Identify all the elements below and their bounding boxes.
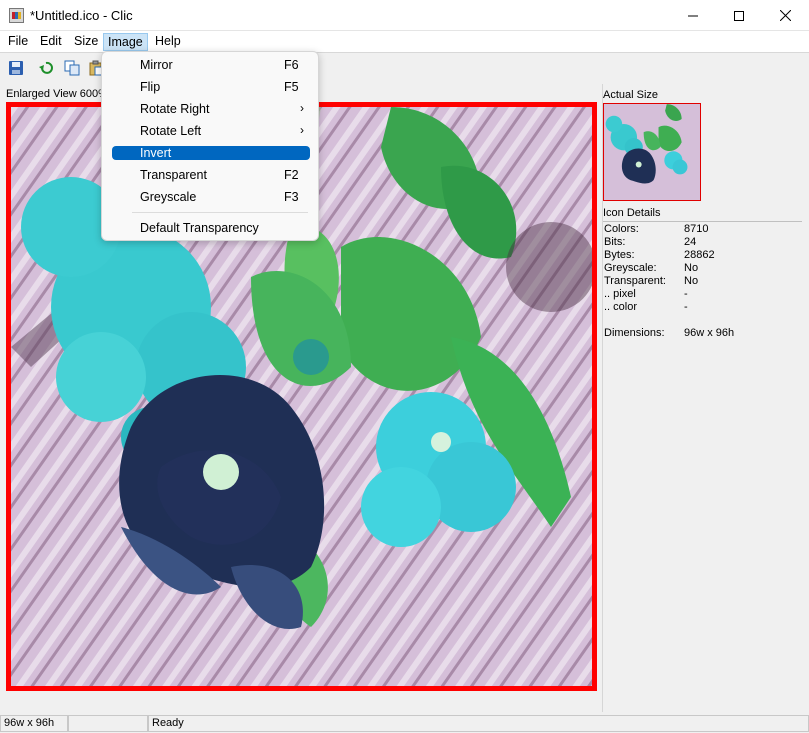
details-divider <box>603 221 802 222</box>
menu-item-mirror[interactable]: Mirror F6 <box>112 58 310 72</box>
menu-size[interactable]: Size <box>70 33 102 51</box>
menu-item-flip[interactable]: Flip F5 <box>112 80 310 94</box>
menu-bar: File Edit Size Image Help <box>0 31 809 52</box>
detail-row-dimensions: Dimensions: 96w x 96h <box>604 327 735 339</box>
undo-button[interactable] <box>38 60 56 78</box>
menu-file[interactable]: File <box>4 33 32 51</box>
close-icon <box>779 10 791 21</box>
actual-size-view <box>603 103 701 201</box>
actual-size-label: Actual Size <box>603 89 659 101</box>
title-bar: *Untitled.ico - Clic <box>0 0 809 31</box>
actual-size-image <box>604 104 700 200</box>
menu-item-default-transparency[interactable]: Default Transparency <box>112 221 310 235</box>
menu-item-rotate-right[interactable]: Rotate Right › <box>112 101 310 116</box>
detail-row-bits: Bits: 24 <box>604 236 697 248</box>
maximize-button[interactable] <box>716 0 762 31</box>
close-button[interactable] <box>762 0 808 31</box>
copy-icon <box>64 60 80 76</box>
copy-button[interactable] <box>64 60 82 78</box>
detail-row-pixel: .. pixel - <box>604 288 688 300</box>
window-title: *Untitled.ico - Clic <box>30 8 133 23</box>
menu-item-transparent[interactable]: Transparent F2 <box>112 168 310 182</box>
icon-details-table: Colors: 8710 Bits: 24 Bytes: 28862 Greyscal… <box>604 223 794 340</box>
status-middle <box>68 715 148 732</box>
status-size: 96w x 96h <box>0 715 68 732</box>
menu-edit[interactable]: Edit <box>36 33 66 51</box>
icon-details-label: Icon Details <box>603 207 661 219</box>
detail-row-spacer <box>604 314 794 327</box>
enlarged-view-label: Enlarged View 600% <box>6 88 108 100</box>
menu-image[interactable]: Image <box>103 33 148 51</box>
detail-row-transparent: Transparent: No <box>604 275 699 287</box>
menu-separator <box>132 212 308 213</box>
detail-row-bytes: Bytes: 28862 <box>604 249 715 261</box>
detail-row-color: .. color - <box>604 301 688 313</box>
chevron-right-icon: › <box>300 123 304 137</box>
app-icon <box>9 8 24 23</box>
save-icon <box>9 61 23 75</box>
menu-item-rotate-left[interactable]: Rotate Left › <box>112 123 310 138</box>
status-message: Ready <box>148 715 809 732</box>
save-button[interactable] <box>8 60 26 78</box>
maximize-icon <box>734 10 744 21</box>
undo-icon <box>39 61 53 74</box>
detail-row-greyscale: Greyscale: No <box>604 262 699 274</box>
menu-item-invert[interactable]: Invert <box>112 146 310 160</box>
menu-help[interactable]: Help <box>151 33 185 51</box>
image-menu-dropdown: Mirror F6 Flip F5 Rotate Right › Rotate … <box>101 51 319 241</box>
status-bar: 96w x 96h Ready <box>0 714 809 733</box>
minimize-button[interactable] <box>670 0 716 31</box>
chevron-right-icon: › <box>300 101 304 115</box>
detail-row-colors: Colors: 8710 <box>604 223 709 235</box>
menu-item-greyscale[interactable]: Greyscale F3 <box>112 190 310 204</box>
minimize-icon <box>688 15 698 16</box>
